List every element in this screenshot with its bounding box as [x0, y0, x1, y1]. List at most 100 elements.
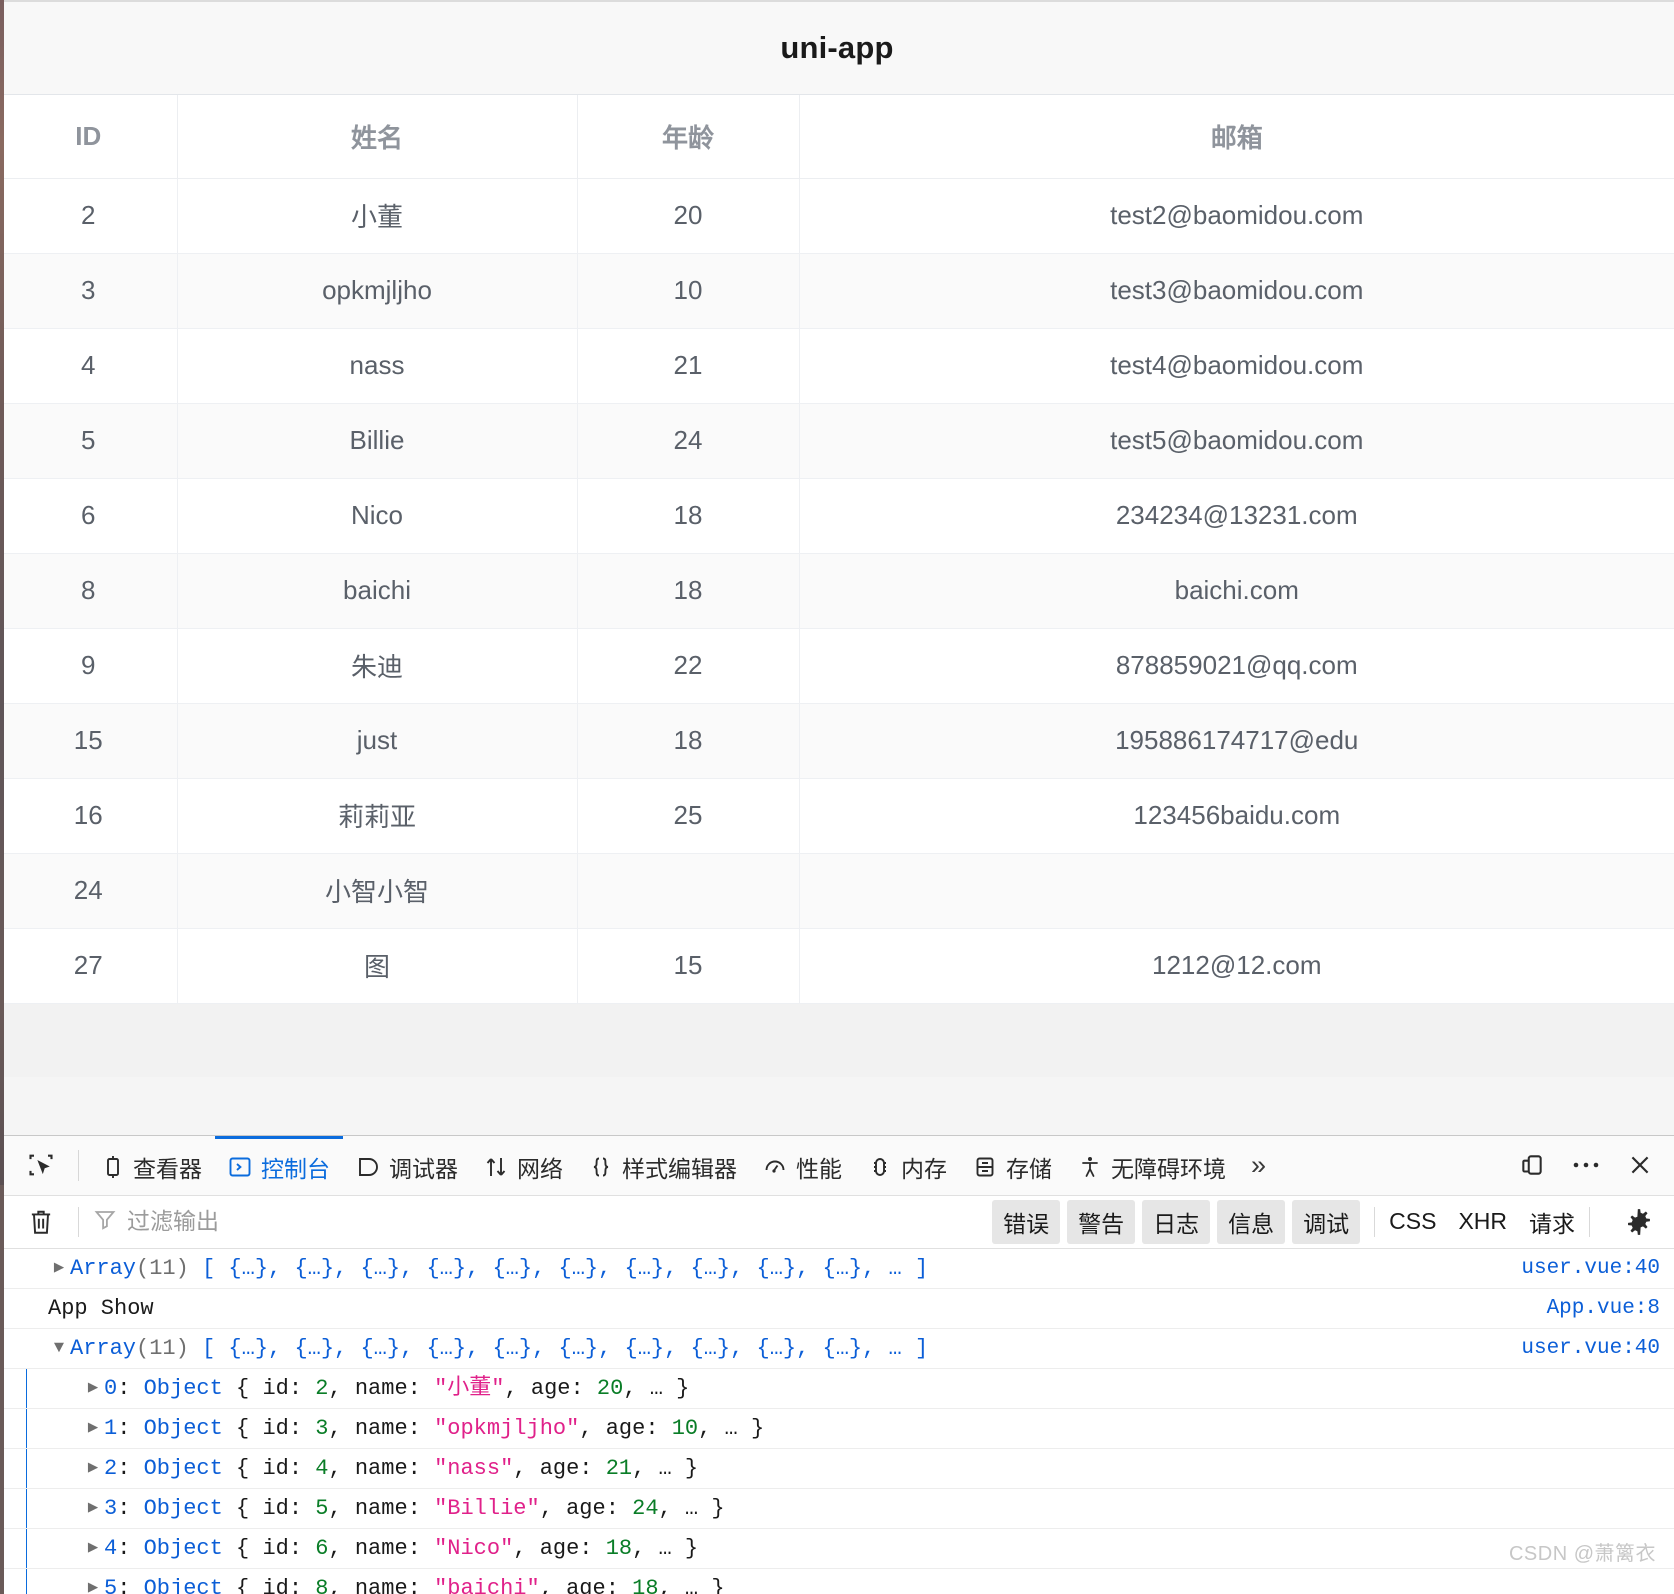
object-value-name: "Billie" — [434, 1496, 540, 1522]
close-icon[interactable] — [1616, 1141, 1664, 1189]
tab-network[interactable]: 网络 — [471, 1136, 576, 1194]
table-row[interactable]: 5 Billie 24 test5@baomidou.com — [0, 403, 1674, 479]
table-row[interactable]: 6 Nico 18 234234@13231.com — [0, 478, 1674, 554]
collapse-arrow-icon[interactable]: ▼ — [48, 1329, 70, 1368]
table-row[interactable]: 27 图 15 1212@12.com — [0, 928, 1674, 1004]
tab-label: 存储 — [1006, 1155, 1052, 1182]
cell-age: 18 — [577, 553, 800, 629]
tab-debugger[interactable]: 调试器 — [343, 1136, 471, 1194]
console-object-row[interactable]: ▶ 3: Object { id: 5, name: "Billie", age… — [0, 1489, 1674, 1530]
object-key-name: name: — [354, 1416, 421, 1442]
expand-arrow-icon[interactable]: ▶ — [82, 1569, 104, 1594]
tab-inspector[interactable]: 查看器 — [89, 1136, 215, 1194]
element-picker-icon[interactable] — [14, 1136, 68, 1194]
console-message-content: Array (11) [ {…}, {…}, {…}, {…}, {…}, {…}… — [70, 1329, 1503, 1368]
object-key-id: id: — [262, 1376, 303, 1402]
table-row[interactable]: 8 baichi 18 baichi.com — [0, 553, 1674, 629]
cell-age: 10 — [577, 253, 800, 329]
object-key-name: name: — [354, 1536, 421, 1562]
expand-arrow-icon[interactable]: ▶ — [82, 1449, 104, 1488]
expand-arrow-icon[interactable]: ▶ — [48, 1249, 70, 1288]
tab-label: 控制台 — [261, 1155, 330, 1182]
tab-style-editor[interactable]: 样式编辑器 — [576, 1136, 750, 1194]
column-header-email[interactable]: 邮箱 — [799, 95, 1674, 179]
table-row[interactable]: 4 nass 21 test4@baomidou.com — [0, 328, 1674, 404]
object-value-name: "opkmjljho" — [434, 1416, 580, 1442]
table-row[interactable]: 16 莉莉亚 25 123456baidu.com — [0, 778, 1674, 854]
tab-label: 调试器 — [389, 1155, 458, 1182]
table-row[interactable]: 24 小智小智 — [0, 853, 1674, 929]
gear-icon[interactable] — [1616, 1208, 1662, 1236]
filter-xhr[interactable]: XHR — [1458, 1208, 1507, 1235]
console-message-array-collapsed[interactable]: ▶ Array (11) [ {…}, {…}, {…}, {…}, {…}, {… — [0, 1249, 1674, 1290]
cell-age: 24 — [577, 403, 800, 479]
tab-memory[interactable]: 内存 — [855, 1136, 960, 1194]
array-type: Array — [70, 1256, 137, 1282]
filter-pill-error[interactable]: 错误 — [992, 1199, 1061, 1244]
console-message-array-expanded[interactable]: ▼ Array (11) [ {…}, {…}, {…}, {…}, {…}, {… — [0, 1329, 1674, 1370]
console-message-app-show[interactable]: App Show App.vue:8 — [0, 1289, 1674, 1330]
object-index: 1 — [104, 1416, 118, 1442]
console-category-filters: CSS XHR 请求 — [1389, 1205, 1575, 1239]
console-object-row[interactable]: ▶ 5: Object { id: 8, name: "baichi", age… — [0, 1569, 1674, 1594]
cell-email: test5@baomidou.com — [799, 403, 1674, 479]
device-icon[interactable] — [1508, 1141, 1556, 1189]
table-header: ID 姓名 年龄 邮箱 — [0, 95, 1674, 179]
console-object-row[interactable]: ▶ 2: Object { id: 4, name: "nass", age: … — [0, 1449, 1674, 1490]
console-output[interactable]: ▶ Array (11) [ {…}, {…}, {…}, {…}, {…}, {… — [0, 1249, 1674, 1594]
object-key-id: id: — [262, 1536, 303, 1562]
cell-email: 195886174717@edu — [799, 703, 1674, 779]
debugger-icon — [356, 1155, 380, 1179]
table-row[interactable]: 2 小董 20 test2@baomidou.com — [0, 178, 1674, 254]
filter-pill-info[interactable]: 信息 — [1217, 1199, 1286, 1244]
filter-pill-warning[interactable]: 警告 — [1067, 1199, 1136, 1244]
tab-storage[interactable]: 存储 — [960, 1136, 1065, 1194]
source-link[interactable]: App.vue:8 — [1529, 1289, 1660, 1328]
object-value-age: 20 — [596, 1376, 624, 1402]
filter-css[interactable]: CSS — [1389, 1208, 1436, 1235]
console-object-row[interactable]: ▶ 4: Object { id: 6, name: "Nico", age: … — [0, 1529, 1674, 1570]
column-header-age[interactable]: 年龄 — [577, 95, 800, 179]
console-object-row[interactable]: ▶ 1: Object { id: 3, name: "opkmjljho", … — [0, 1409, 1674, 1450]
object-value-name: "Nico" — [434, 1536, 514, 1562]
source-link[interactable]: user.vue:40 — [1503, 1329, 1660, 1368]
column-header-name[interactable]: 姓名 — [177, 95, 578, 179]
cell-age: 22 — [577, 628, 800, 704]
tab-accessibility[interactable]: 无障碍环境 — [1065, 1136, 1239, 1194]
storage-icon — [973, 1155, 997, 1179]
source-link[interactable]: user.vue:40 — [1503, 1249, 1660, 1288]
ellipsis-icon[interactable] — [1562, 1141, 1610, 1189]
object-value-age: 18 — [632, 1576, 659, 1594]
expand-arrow-icon[interactable]: ▶ — [82, 1529, 104, 1568]
tab-console[interactable]: 控制台 — [215, 1136, 343, 1194]
expand-arrow-icon[interactable]: ▶ — [82, 1489, 104, 1528]
chevrons-right-icon[interactable]: » — [1239, 1136, 1278, 1194]
table-row[interactable]: 9 朱迪 22 878859021@qq.com — [0, 628, 1674, 704]
console-object-content: 2: Object { id: 4, name: "nass", age: 21… — [104, 1449, 1660, 1488]
table-row[interactable]: 3 opkmjljho 10 test3@baomidou.com — [0, 253, 1674, 329]
filter-pill-log[interactable]: 日志 — [1142, 1199, 1211, 1244]
column-header-id[interactable]: ID — [0, 95, 178, 179]
tab-performance[interactable]: 性能 — [750, 1136, 855, 1194]
cell-id: 3 — [0, 253, 178, 329]
console-object-content: 4: Object { id: 6, name: "Nico", age: 18… — [104, 1529, 1660, 1568]
expand-arrow-icon[interactable]: ▶ — [82, 1369, 104, 1408]
filter-input[interactable] — [127, 1208, 993, 1236]
cell-email: 123456baidu.com — [799, 778, 1674, 854]
console-message-content: Array (11) [ {…}, {…}, {…}, {…}, {…}, {…}… — [70, 1249, 1503, 1288]
app-title-bar: uni-app — [0, 2, 1674, 95]
console-object-row[interactable]: ▶ 0: Object { id: 2, name: "小董", age: 20… — [0, 1369, 1674, 1410]
devtools-toolbar: 查看器 控制台 调试器 网络 样式编辑器 性能 内存 存储 无障碍环境 » — [0, 1136, 1674, 1196]
table-header-row: ID 姓名 年龄 邮箱 — [0, 95, 1674, 179]
object-open: { — [236, 1536, 250, 1562]
cell-email: 1212@12.com — [799, 928, 1674, 1004]
filter-pill-debug[interactable]: 调试 — [1292, 1199, 1361, 1244]
object-type: Object — [143, 1496, 223, 1522]
expand-arrow-icon[interactable]: ▶ — [82, 1409, 104, 1448]
trash-icon[interactable] — [18, 1208, 64, 1236]
table-row[interactable]: 15 just 18 195886174717@edu — [0, 703, 1674, 779]
object-close: , … } — [632, 1536, 699, 1562]
object-key-name: name: — [354, 1376, 421, 1402]
filter-requests[interactable]: 请求 — [1529, 1205, 1575, 1239]
filter-input-wrap[interactable] — [93, 1207, 993, 1237]
